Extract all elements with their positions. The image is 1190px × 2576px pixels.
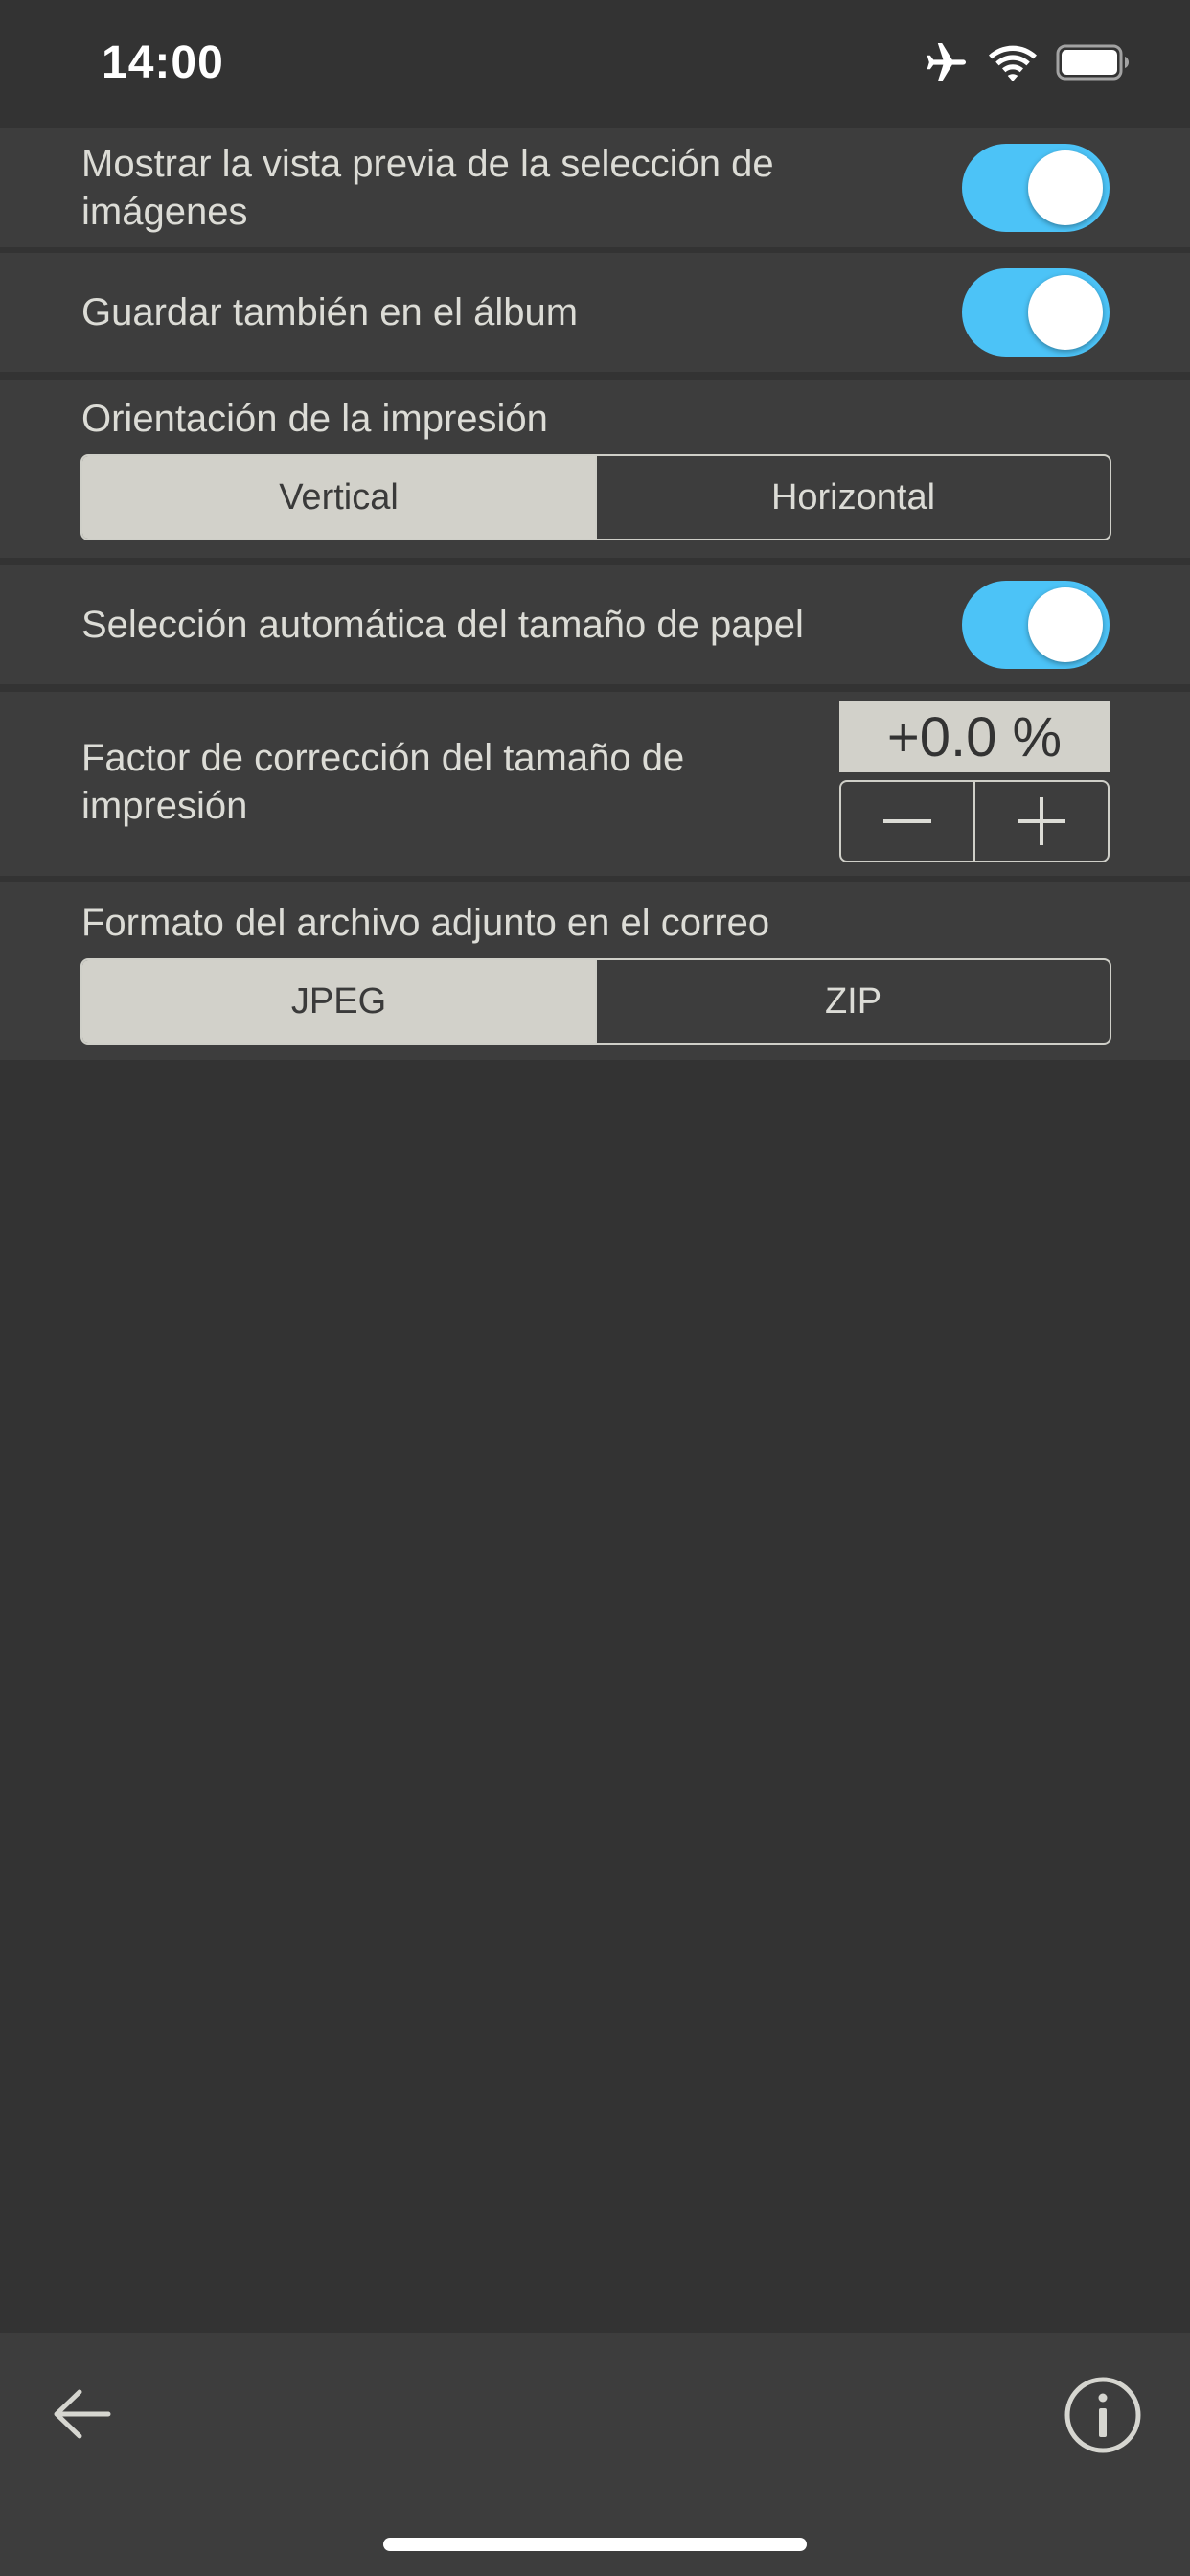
minus-icon	[883, 819, 931, 823]
setting-row-preview: Mostrar la vista previa de la selección …	[0, 128, 1190, 247]
preview-toggle[interactable]	[962, 144, 1110, 232]
decrement-button[interactable]	[841, 782, 973, 861]
save-album-toggle[interactable]	[962, 268, 1110, 356]
setting-row-attachment-format: Formato del archivo adjunto en el correo…	[0, 882, 1190, 1060]
increment-button[interactable]	[973, 782, 1108, 861]
info-icon	[1064, 2377, 1141, 2453]
status-time: 14:00	[102, 37, 224, 88]
attachment-format-segmented-control: JPEG ZIP	[80, 958, 1111, 1045]
toggle-knob	[1028, 275, 1103, 350]
status-bar: 14:00	[0, 0, 1190, 125]
orientation-label: Orientación de la impresión	[81, 398, 548, 440]
format-zip-option[interactable]: ZIP	[595, 960, 1110, 1043]
size-correction-label: Factor de corrección del tamaño de impre…	[81, 737, 685, 827]
setting-row-size-correction: Factor de corrección del tamaño de impre…	[0, 692, 1190, 876]
home-indicator	[383, 2538, 807, 2551]
wifi-icon	[989, 43, 1037, 86]
info-button[interactable]	[1059, 2371, 1147, 2459]
status-icons	[924, 42, 1131, 86]
airplane-icon	[924, 41, 970, 88]
size-correction-stepper	[839, 780, 1110, 862]
settings-screen: 14:00 Mostrar la vista previa de la sele…	[0, 0, 1190, 2576]
orientation-horizontal-option[interactable]: Horizontal	[595, 456, 1110, 539]
preview-label: Mostrar la vista previa de la selección …	[81, 143, 774, 233]
back-button[interactable]	[38, 2371, 125, 2457]
orientation-vertical-option[interactable]: Vertical	[82, 456, 595, 539]
save-album-label: Guardar también en el álbum	[81, 291, 579, 334]
orientation-segmented-control: Vertical Horizontal	[80, 454, 1111, 540]
battery-icon	[1056, 44, 1131, 85]
auto-paper-toggle[interactable]	[962, 581, 1110, 669]
size-correction-value: +0.0 %	[839, 702, 1110, 772]
setting-row-save-album: Guardar también en el álbum	[0, 253, 1190, 372]
attachment-format-label: Formato del archivo adjunto en el correo	[81, 902, 770, 944]
toggle-knob	[1028, 150, 1103, 225]
toggle-knob	[1028, 587, 1103, 662]
plus-icon	[1018, 797, 1065, 845]
setting-row-auto-paper: Selección automática del tamaño de papel	[0, 565, 1190, 684]
auto-paper-label: Selección automática del tamaño de papel	[81, 604, 804, 646]
format-jpeg-option[interactable]: JPEG	[82, 960, 595, 1043]
setting-row-orientation: Orientación de la impresión Vertical Hor…	[0, 380, 1190, 558]
arrow-left-icon	[54, 2389, 111, 2439]
